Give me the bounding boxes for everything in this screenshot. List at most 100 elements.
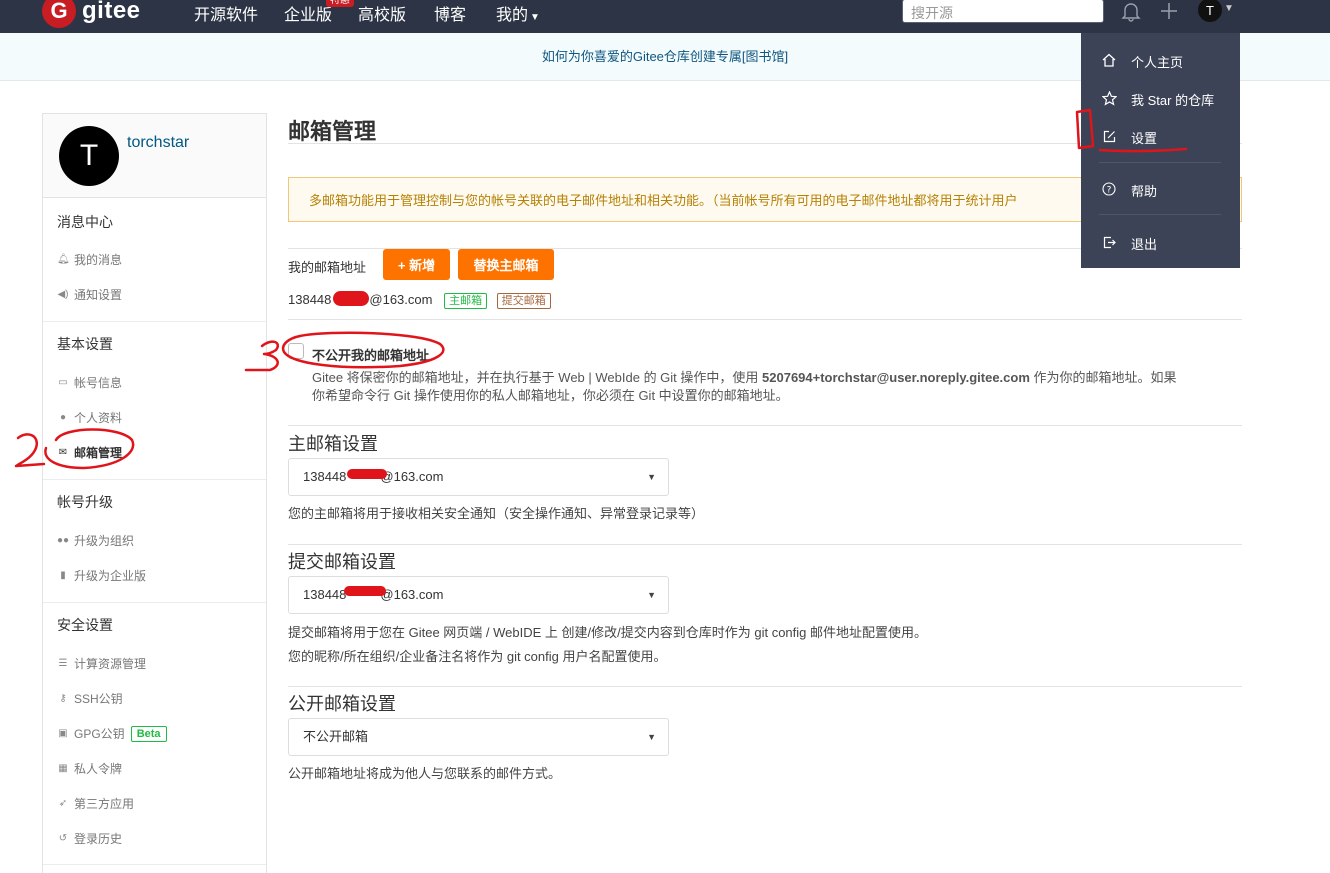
section-basic-settings: 基本设置 xyxy=(57,336,113,352)
sidebar-item-gpg-keys[interactable]: ▣ GPG公钥 Beta xyxy=(57,725,167,742)
hide-email-checkbox[interactable] xyxy=(288,343,304,359)
sidebar-item-ssh-keys[interactable]: ⚷ SSH公钥 xyxy=(57,690,123,707)
divider xyxy=(43,864,266,865)
token-icon: ▦ xyxy=(58,763,68,774)
help-icon: ? xyxy=(1101,182,1117,199)
menu-item-label: 个人主页 xyxy=(1131,55,1184,70)
chevron-down-icon[interactable]: ▼ xyxy=(1224,3,1234,14)
menu-item-starred-repos[interactable]: 我 Star 的仓库 xyxy=(1101,90,1214,109)
sidebar-item-compute-resources[interactable]: ☰ 计算资源管理 xyxy=(57,655,147,672)
section-message-center: 消息中心 xyxy=(57,214,113,230)
menu-item-label: 设置 xyxy=(1131,131,1158,146)
user-dropdown-menu: 个人主页 我 Star 的仓库 设置 ? 帮助 退出 xyxy=(1081,33,1240,268)
nav-blog[interactable]: 博客 xyxy=(434,1,466,25)
hide-email-description: Gitee 将保密你的邮箱地址，并在执行基于 Web | WebIde 的 Gi… xyxy=(312,367,1177,386)
gitee-logo-icon: G xyxy=(42,0,76,28)
sidebar-item-notification-settings[interactable]: ◀) 通知设置 xyxy=(57,286,122,303)
redaction-scribble xyxy=(333,291,369,306)
sidebar-item-label: SSH公钥 xyxy=(74,692,123,706)
top-navbar: G gitee 开源软件 企业版 特惠 高校版 博客 我的 ▼ 搜开源 T ▼ xyxy=(0,0,1330,33)
nav-mine-label: 我的 xyxy=(496,7,529,24)
replace-primary-email-button[interactable]: 替换主邮箱 xyxy=(458,249,554,280)
sidebar-item-private-tokens[interactable]: ▦ 私人令牌 xyxy=(57,760,122,777)
sidebar-item-label: 计算资源管理 xyxy=(74,657,147,671)
sidebar-item-login-history[interactable]: ↺ 登录历史 xyxy=(57,830,122,847)
caret-down-icon: ▼ xyxy=(647,732,656,742)
my-email-label: 我的邮箱地址 xyxy=(288,260,367,275)
menu-item-logout[interactable]: 退出 xyxy=(1101,234,1157,253)
primary-email-select[interactable]: 138448 @163.com ▼ xyxy=(288,458,669,496)
divider xyxy=(1099,162,1221,163)
sidebar-item-email-management[interactable]: ✉ 邮箱管理 xyxy=(57,444,122,461)
nav-open-source[interactable]: 开源软件 xyxy=(194,1,258,25)
menu-item-help[interactable]: ? 帮助 xyxy=(1101,181,1157,200)
hide-email-desc-part: Gitee 将保密你的邮箱地址，并在执行基于 Web | WebIde 的 Gi… xyxy=(312,370,763,385)
avatar[interactable]: T xyxy=(1198,0,1222,22)
redaction-scribble xyxy=(344,586,386,596)
sidebar-item-third-party-apps[interactable]: ➶ 第三方应用 xyxy=(57,795,134,812)
menu-item-label: 我 Star 的仓库 xyxy=(1131,93,1215,108)
star-icon xyxy=(1101,90,1117,109)
sidebar-item-label: 我的消息 xyxy=(74,253,123,267)
email-suffix: @163.com xyxy=(369,292,433,307)
hide-email-label[interactable]: 不公开我的邮箱地址 xyxy=(312,345,429,364)
sidebar-item-profile[interactable]: ● 个人资料 xyxy=(57,409,122,426)
announcement-link[interactable]: 如何为你喜爱的Gitee仓库创建专属[图书馆] xyxy=(542,49,788,64)
add-email-button[interactable]: + 新增 xyxy=(383,249,450,280)
commit-email-tag: 提交邮箱 xyxy=(496,293,551,309)
history-icon: ↺ xyxy=(58,833,68,844)
sidebar-item-label: 升级为企业版 xyxy=(74,569,147,583)
sidebar-item-label: 帐号信息 xyxy=(74,376,123,390)
menu-item-label: 退出 xyxy=(1131,237,1158,252)
selected-value-prefix: 138448 xyxy=(303,587,347,602)
sidebar-item-label: 个人资料 xyxy=(74,411,123,425)
public-email-hint: 公开邮箱地址将成为他人与您联系的邮件方式。 xyxy=(288,766,562,781)
menu-item-settings[interactable]: 设置 xyxy=(1101,128,1157,147)
divider xyxy=(1099,214,1221,215)
search-input[interactable]: 搜开源 xyxy=(902,0,1104,23)
divider xyxy=(288,319,1242,320)
commit-email-hint: 提交邮箱将用于您在 Gitee 网页端 / WebIDE 上 创建/修改/提交内… xyxy=(288,625,927,640)
plus-icon[interactable] xyxy=(1158,0,1180,28)
section-account-upgrade: 帐号升级 xyxy=(57,494,113,510)
primary-email-tag: 主邮箱 xyxy=(444,293,488,309)
divider xyxy=(288,544,1242,545)
beta-badge: Beta xyxy=(130,725,167,742)
menu-item-home[interactable]: 个人主页 xyxy=(1101,52,1183,71)
gitee-logo[interactable]: G gitee xyxy=(42,0,141,28)
sidebar-item-upgrade-org[interactable]: ●● 升级为组织 xyxy=(57,532,134,549)
public-email-section-title: 公开邮箱设置 xyxy=(288,694,396,714)
sidebar-item-my-messages[interactable]: 🔔︎ 我的消息 xyxy=(57,251,122,268)
sidebar-item-label: 通知设置 xyxy=(74,288,123,302)
caret-down-icon: ▼ xyxy=(647,590,656,600)
volume-icon: ◀) xyxy=(57,289,69,300)
hide-email-desc-part: 作为你的邮箱地址。如果 xyxy=(1029,370,1177,385)
nav-enterprise[interactable]: 企业版 xyxy=(284,1,332,25)
public-email-select[interactable]: 不公开邮箱 ▼ xyxy=(288,718,669,756)
home-icon xyxy=(1101,53,1117,70)
nav-education[interactable]: 高校版 xyxy=(358,1,406,25)
logout-icon xyxy=(1101,236,1117,252)
selected-value-suffix: @163.com xyxy=(380,587,444,602)
bell-icon[interactable] xyxy=(1121,0,1141,28)
divider xyxy=(43,479,266,480)
nav-mine[interactable]: 我的 ▼ xyxy=(496,1,540,25)
commit-email-section-title: 提交邮箱设置 xyxy=(288,552,396,572)
sidebar-item-upgrade-enterprise[interactable]: ▮ 升级为企业版 xyxy=(57,567,146,584)
email-prefix: 138448 xyxy=(288,292,332,307)
user-icon: ● xyxy=(59,412,67,423)
sidebar-item-label: 第三方应用 xyxy=(74,797,135,811)
gitee-logo-text: gitee xyxy=(82,0,141,24)
redaction-scribble xyxy=(347,469,387,479)
key-icon: ⚷ xyxy=(59,693,67,704)
sidebar-item-label: 邮箱管理 xyxy=(74,446,123,460)
id-card-icon: ▭ xyxy=(58,377,68,388)
rocket-icon: ➶ xyxy=(58,798,68,809)
lock-icon: ▣ xyxy=(58,728,68,739)
hide-email-description-line2: 你希望命令行 Git 操作使用你的私人邮箱地址，你必须在 Git 中设置你的邮箱… xyxy=(312,388,789,403)
profile-card: T torchstar xyxy=(43,114,266,198)
avatar[interactable]: T xyxy=(59,126,119,186)
sidebar-item-account-info[interactable]: ▭ 帐号信息 xyxy=(57,374,122,391)
username-link[interactable]: torchstar xyxy=(127,134,189,152)
chevron-down-icon: ▼ xyxy=(530,12,540,23)
